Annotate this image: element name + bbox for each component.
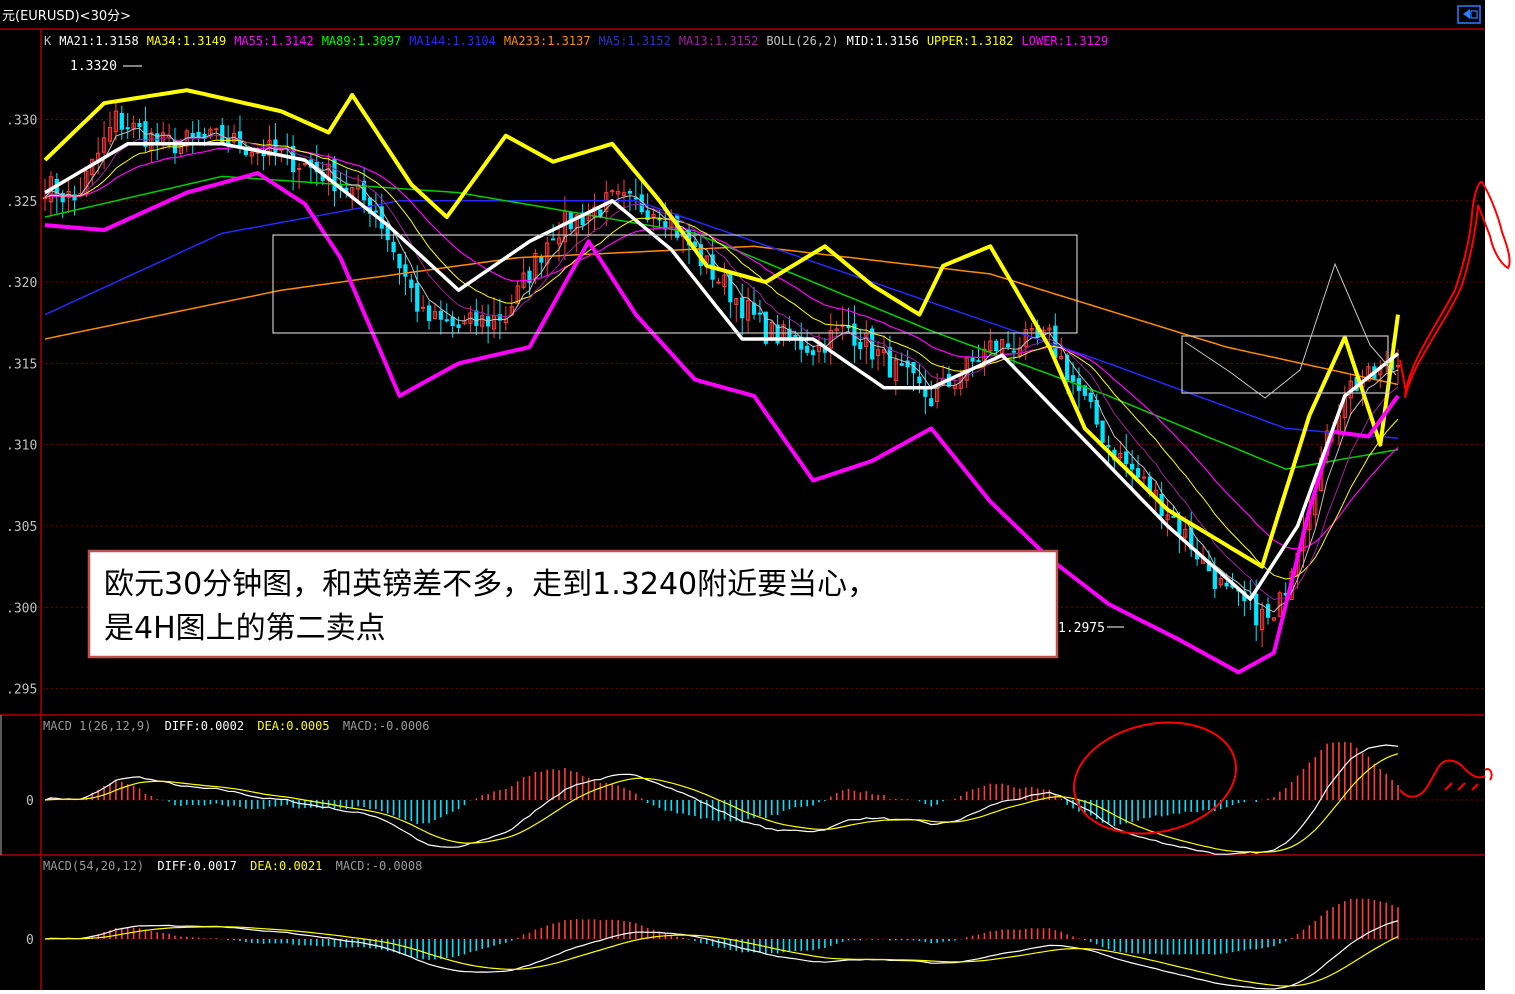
candle-body [550,238,556,241]
legend-ma5: MA5:1.3152 [599,34,671,48]
candle-body [793,334,798,337]
macd1-dea: DEA:0.0005 [257,719,329,733]
candle-body [1177,518,1182,535]
candle-body [1224,582,1229,587]
candle-body [196,131,201,138]
candle-body [970,357,975,362]
candle-body [220,124,225,143]
candle-body [1124,451,1129,465]
candle-body [438,310,443,320]
legend-ma89: MA89:1.3097 [322,34,401,48]
macd1-label: MACD 1(26,12,9) [43,719,151,733]
candle-body [917,376,922,383]
svg-text:KMA21:1.3158MA34:1.3149MA55:1.: K MA21:1.3158 MA34:1.3149 MA55:1.3142 MA89:1… [44,34,1108,48]
chart-svg: 元(EURUSD)<30分> K MA21:1.3158 MA34:1.3149 MA… [0,0,1515,990]
candle-body [1011,350,1017,353]
indicator-legend: K MA21:1.3158 MA34:1.3149 MA55:1.3142 MA89:1… [44,34,1108,48]
macd2-dea: DEA:0.0021 [250,859,322,873]
candle-body [397,253,402,269]
candle-body [757,312,763,315]
macd1-diff: DIFF:0.0002 [165,719,244,733]
candle-body [409,279,414,289]
legend-upper: UPPER:1.3182 [927,34,1014,48]
macd2-header: MACD(54,20,12) DIFF:0.0017 DEA:0.0021 MA… [43,859,422,873]
legend-ma13: MA13:1.3152 [679,34,758,48]
candle-body [1088,392,1093,402]
y-tick-label: .295 [6,683,37,698]
candle-body [391,242,396,253]
candle-body [444,319,449,322]
macd1-macd: MACD:-0.0006 [343,719,430,733]
candle-body [740,297,745,319]
window-title: 元(EURUSD)<30分> [2,9,131,24]
macd2-macd: MACD:-0.0008 [336,859,423,873]
candle-body [627,191,633,194]
candle-body [456,324,461,328]
legend-k: K [44,34,52,48]
candle-body [539,256,544,263]
y-tick-label: .305 [6,520,37,535]
y-tick-label: .310 [6,439,37,454]
candle-body [994,340,999,352]
y-tick-label: .315 [6,357,37,372]
candle-body [858,341,863,350]
candle-body [976,360,981,363]
y-tick-label: .320 [6,276,37,291]
annotation-line-1: 欧元30分钟图，和英镑差不多，走到1.3240附近要当心， [104,567,877,602]
candle-body [1070,375,1076,382]
candle-body [172,139,178,154]
candle-body [610,190,615,193]
legend-mid: MID:1.3156 [847,34,919,48]
legend-lower: LOWER:1.3129 [1022,34,1109,48]
candle-body [1254,593,1259,626]
annotation-box: 欧元30分钟图，和英镑差不多，走到1.3240附近要当心， 是4H图上的第二卖点 [87,549,1059,659]
candle-body [805,345,810,353]
candle-body [1106,444,1111,447]
candle-body [190,132,195,137]
candle-body [155,133,160,143]
candle-body [810,350,816,356]
high-price-label: 1.3320 [70,59,117,74]
candle-body [751,302,757,315]
candle-body [899,363,904,366]
macd1-header: MACD 1(26,12,9) DIFF:0.0002 DEA:0.0005 M… [43,719,430,733]
y-tick-label: .330 [6,113,37,128]
candle-body [421,306,426,309]
legend-ma55: MA55:1.3142 [234,34,313,48]
macd1-zero-label: 0 [26,794,34,809]
legend-boll: BOLL(26,2) [766,34,838,48]
macd2-label: MACD(54,20,12) [43,859,144,873]
low-price-label: 1.2975 [1058,621,1105,636]
candle-body [137,122,142,127]
legend-ma34: MA34:1.3149 [147,34,226,48]
candle-body [887,347,893,378]
candle-body [929,398,934,407]
candle-body [1130,463,1135,470]
candle-body [119,112,124,130]
legend-ma233: MA233:1.3137 [504,34,591,48]
macd2-diff: DIFF:0.0017 [157,859,236,873]
candle-body [1005,343,1011,348]
legend-ma144: MA144:1.3104 [409,34,496,48]
candle-body [1094,399,1099,425]
candle-body [474,310,479,326]
chart-window: 元(EURUSD)<30分> K MA21:1.3158 MA34:1.3149 MA… [0,0,1515,990]
candle-body [426,305,432,322]
candle-body [403,264,408,277]
macd2-zero-label: 0 [26,933,34,948]
candle-body [1100,420,1105,443]
annotation-line-2: 是4H图上的第二卖点 [104,611,386,646]
candle-body [1135,468,1141,478]
candle-body [1171,515,1176,518]
candle-body [1265,604,1271,618]
window-restore-icon[interactable] [1457,5,1481,24]
candle-body [296,167,302,170]
legend-ma21: MA21:1.3158 [59,34,138,48]
candle-body [450,316,455,327]
y-tick-label: .300 [6,601,37,616]
candle-body [373,210,378,213]
candle-body [125,127,130,130]
y-tick-label: .325 [6,195,37,210]
candle-body [415,283,420,312]
